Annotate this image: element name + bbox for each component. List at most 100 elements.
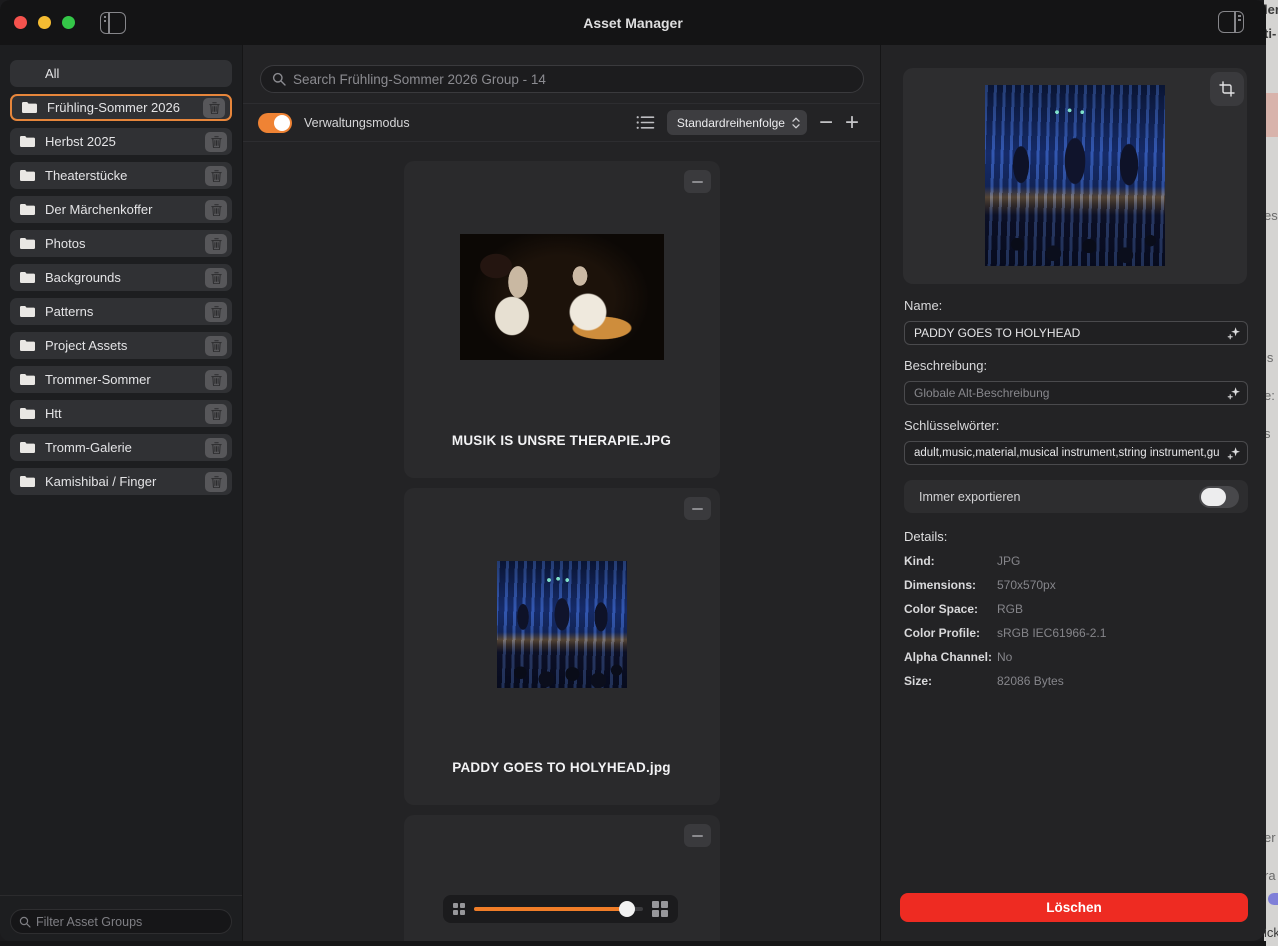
sidebar-item-group[interactable]: Photos <box>10 230 232 257</box>
always-export-label: Immer exportieren <box>919 490 1199 504</box>
filter-asset-groups-input[interactable]: Filter Asset Groups <box>10 909 232 934</box>
list-view-icon[interactable] <box>636 115 655 130</box>
zoom-window-button[interactable] <box>62 16 75 29</box>
delete-group-button[interactable] <box>205 336 227 356</box>
sidebar-item-all[interactable]: All <box>10 60 232 87</box>
traffic-lights <box>14 16 75 29</box>
sidebar-item-group[interactable]: Frühling-Sommer 2026 <box>10 94 232 121</box>
sidebar-item-group[interactable]: Trommer-Sommer <box>10 366 232 393</box>
sidebar-item-label: Backgrounds <box>45 270 205 285</box>
detail-value: RGB <box>997 602 1023 616</box>
delete-group-button[interactable] <box>205 370 227 390</box>
search-icon <box>272 72 286 86</box>
folder-icon <box>19 135 36 148</box>
detail-value: JPG <box>997 554 1020 568</box>
small-grid-icon <box>453 903 465 915</box>
delete-group-button[interactable] <box>205 472 227 492</box>
slider-knob[interactable] <box>619 901 635 917</box>
management-mode-label: Verwaltungsmodus <box>304 116 410 130</box>
delete-group-button[interactable] <box>205 132 227 152</box>
remove-asset-button[interactable] <box>684 824 711 847</box>
folder-icon <box>21 101 38 114</box>
detail-value: 570x570px <box>997 578 1056 592</box>
delete-button[interactable]: Löschen <box>900 893 1248 922</box>
detail-row: Kind: JPG <box>904 554 1248 568</box>
sidebar-item-label: Tromm-Galerie <box>45 440 205 455</box>
crop-button[interactable] <box>1210 72 1244 106</box>
detail-value: sRGB IEC61966-2.1 <box>997 626 1106 640</box>
ai-sparkle-icon[interactable] <box>1227 446 1241 460</box>
description-input[interactable]: Globale Alt-Beschreibung <box>904 381 1248 405</box>
asset-card[interactable]: PADDY GOES TO HOLYHEAD.jpg <box>404 488 720 805</box>
detail-label: Color Profile: <box>904 626 997 640</box>
search-input[interactable]: Search Frühling-Sommer 2026 Group - 14 <box>260 65 864 93</box>
sort-order-value: Standardreihenfolge <box>677 116 785 130</box>
minimize-window-button[interactable] <box>38 16 51 29</box>
description-label: Beschreibung: <box>904 358 987 373</box>
bg-pink-block <box>1264 93 1278 137</box>
always-export-toggle[interactable] <box>1199 486 1239 508</box>
remove-asset-button[interactable] <box>684 170 711 193</box>
keywords-value: adult,music,material,musical instrument,… <box>914 447 1227 459</box>
folder-icon <box>19 373 36 386</box>
sidebar-item-label: Herbst 2025 <box>45 134 205 149</box>
sidebar-item-group[interactable]: Project Assets <box>10 332 232 359</box>
asset-thumbnail <box>460 234 664 360</box>
sidebar-item-group[interactable]: Herbst 2025 <box>10 128 232 155</box>
detail-row: Alpha Channel: No <box>904 650 1248 664</box>
sidebar-item-group[interactable]: Htt <box>10 400 232 427</box>
ai-sparkle-icon[interactable] <box>1227 326 1241 340</box>
detail-label: Kind: <box>904 554 997 568</box>
detail-label: Color Space: <box>904 602 997 616</box>
keywords-input[interactable]: adult,music,material,musical instrument,… <box>904 441 1248 465</box>
asset-thumbnail <box>497 561 627 688</box>
detail-row: Color Profile: sRGB IEC61966-2.1 <box>904 626 1248 640</box>
ai-sparkle-icon[interactable] <box>1227 386 1241 400</box>
delete-group-button[interactable] <box>205 200 227 220</box>
delete-group-button[interactable] <box>205 302 227 322</box>
delete-group-button[interactable] <box>203 98 225 118</box>
zoom-out-button[interactable]: − <box>819 113 833 133</box>
detail-row: Color Space: RGB <box>904 602 1248 616</box>
delete-group-button[interactable] <box>205 268 227 288</box>
sidebar-item-label: Photos <box>45 236 205 251</box>
toggle-sidebar-icon[interactable] <box>100 12 126 34</box>
delete-group-button[interactable] <box>205 404 227 424</box>
delete-group-button[interactable] <box>205 234 227 254</box>
name-input[interactable]: PADDY GOES TO HOLYHEAD <box>904 321 1248 345</box>
detail-value: 82086 Bytes <box>997 674 1064 688</box>
sidebar-item-group[interactable]: Der Märchenkoffer <box>10 196 232 223</box>
sidebar-item-label: Der Märchenkoffer <box>45 202 205 217</box>
toolbar: Verwaltungsmodus Standardreihenfolge − + <box>243 104 880 141</box>
background-bottom-strip <box>0 941 1266 946</box>
main-content: Search Frühling-Sommer 2026 Group - 14 V… <box>243 45 881 941</box>
sidebar-item-label: Patterns <box>45 304 205 319</box>
folder-icon <box>19 475 36 488</box>
sidebar-item-group[interactable]: Tromm-Galerie <box>10 434 232 461</box>
asset-caption: PADDY GOES TO HOLYHEAD.jpg <box>452 760 670 775</box>
zoom-in-button[interactable]: + <box>845 113 859 133</box>
sidebar: All Frühling-Sommer 2026 Herbst 2025 The… <box>0 45 243 941</box>
thumbnail-size-slider[interactable] <box>474 907 643 911</box>
detail-value: No <box>997 650 1012 664</box>
bg-fragment: ick <box>1264 925 1278 940</box>
toggle-inspector-icon[interactable] <box>1218 11 1244 33</box>
search-icon <box>19 916 31 928</box>
sort-order-select[interactable]: Standardreihenfolge <box>667 110 807 135</box>
keywords-label: Schlüsselwörter: <box>904 418 999 433</box>
remove-asset-button[interactable] <box>684 497 711 520</box>
asset-card[interactable]: MUSIK IS UNSRE THERAPIE.JPG <box>404 161 720 478</box>
name-label: Name: <box>904 298 942 313</box>
close-window-button[interactable] <box>14 16 27 29</box>
delete-group-button[interactable] <box>205 166 227 186</box>
sidebar-item-group[interactable]: Backgrounds <box>10 264 232 291</box>
detail-label: Size: <box>904 674 997 688</box>
sidebar-item-group[interactable]: Patterns <box>10 298 232 325</box>
sidebar-item-group[interactable]: Theaterstücke <box>10 162 232 189</box>
folder-icon <box>19 407 36 420</box>
sidebar-item-group[interactable]: Kamishibai / Finger <box>10 468 232 495</box>
management-mode-toggle[interactable] <box>258 113 292 133</box>
sidebar-item-label: Frühling-Sommer 2026 <box>47 100 203 115</box>
delete-group-button[interactable] <box>205 438 227 458</box>
titlebar: Asset Manager <box>0 0 1266 45</box>
